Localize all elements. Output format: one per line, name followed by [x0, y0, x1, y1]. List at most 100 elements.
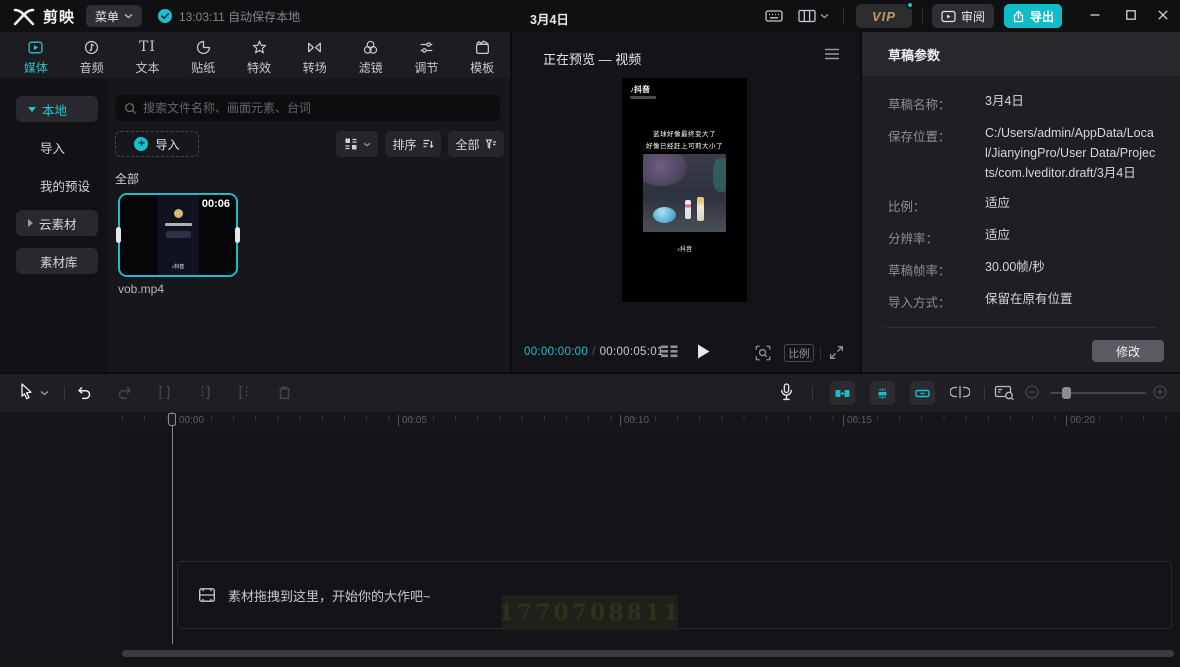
search-input[interactable]	[143, 101, 491, 115]
thumb-douyin-mark: ♪抖音	[120, 263, 236, 270]
split-clip-icon[interactable]	[156, 384, 173, 401]
sidebar-item-presets[interactable]: 我的预设	[16, 172, 98, 198]
vip-label: VIP	[872, 9, 896, 24]
toolbar-divider	[64, 386, 65, 401]
search-bar[interactable]	[115, 95, 500, 121]
ratio-button[interactable]: 比例	[784, 344, 814, 362]
preview-quality-icon[interactable]	[754, 344, 772, 362]
layout-chevron-icon[interactable]	[820, 13, 829, 19]
sidebar-item-local[interactable]: 本地	[16, 96, 98, 122]
playhead-line[interactable]	[172, 412, 173, 644]
track-area[interactable]: 素材拖拽到这里，开始你的大作吧~ 1770708811	[0, 432, 1180, 667]
row-label: 分辨率：	[888, 228, 985, 247]
video-caption-line2: 好像已经赶上可莉大小了	[622, 140, 747, 150]
thumb-text-line	[165, 223, 192, 226]
auto-snap-toggle[interactable]	[830, 381, 855, 405]
view-mode-button[interactable]	[336, 131, 378, 157]
track-header-gutter	[0, 432, 120, 667]
redo-button[interactable]	[116, 384, 133, 401]
draft-panel-header: 草稿参数	[862, 32, 1180, 76]
row-value: 3月4日	[985, 91, 1156, 113]
cursor-chevron-icon[interactable]	[40, 390, 49, 396]
media-panel: 媒体 音频 TI 文本	[0, 32, 510, 372]
character-two	[697, 197, 704, 221]
tab-label: 滤镜	[359, 59, 383, 76]
sort-button[interactable]: 排序	[385, 131, 441, 157]
sidebar-item-cloud[interactable]: 云素材	[16, 210, 98, 236]
sticker-icon	[195, 39, 212, 56]
horizontal-scrollbar[interactable]	[122, 650, 1174, 657]
dropzone-hint: 素材拖拽到这里，开始你的大作吧~	[198, 562, 431, 628]
tab-effects[interactable]: 特效	[231, 32, 287, 78]
fullscreen-icon[interactable]	[828, 344, 845, 361]
shortcut-keyboard-icon[interactable]	[764, 7, 784, 25]
close-button[interactable]	[1156, 8, 1170, 22]
draft-row-import-mode: 导入方式： 保留在原有位置	[888, 292, 1156, 311]
delete-left-icon[interactable]	[196, 384, 213, 401]
clip-right-handle[interactable]	[235, 227, 240, 243]
tab-label: 模板	[470, 59, 494, 76]
tab-label: 特效	[247, 59, 271, 76]
section-label-all: 全部	[115, 170, 500, 187]
export-button[interactable]: 导出	[1004, 4, 1062, 28]
hamburger-menu-icon[interactable]	[824, 48, 840, 60]
minimize-button[interactable]	[1088, 8, 1102, 22]
layout-panels-icon[interactable]	[797, 7, 817, 25]
tab-transition[interactable]: 转场	[287, 32, 343, 78]
tab-text[interactable]: TI 文本	[120, 32, 176, 78]
tab-audio[interactable]: 音频	[64, 32, 120, 78]
frame-compare-icon[interactable]	[660, 344, 679, 359]
preview-title: 正在预览 — 视频	[543, 49, 641, 68]
tab-filter[interactable]: 滤镜	[343, 32, 399, 78]
zoom-to-fit-icon[interactable]	[994, 384, 1015, 401]
draft-rows: 草稿名称： 3月4日 保存位置： C:/Users/admin/AppData/…	[888, 94, 1156, 324]
delete-right-icon[interactable]	[236, 384, 253, 401]
preview-video[interactable]: ♪抖音 蓝球好像最终变大了 好像已经赶上可莉大小了 ♪抖音	[622, 78, 747, 302]
undo-button[interactable]	[76, 384, 93, 401]
media-clip-card[interactable]: ♪抖音 00:06	[118, 193, 238, 277]
maximize-button[interactable]	[1124, 8, 1138, 22]
tab-template[interactable]: 模板	[454, 32, 510, 78]
effects-star-icon	[251, 39, 268, 56]
import-button[interactable]: + 导入	[115, 131, 199, 157]
sidebar-item-library[interactable]: 素材库	[16, 248, 98, 274]
blue-slime	[653, 207, 676, 223]
autosave-text: 13:03:11 自动保存本地	[179, 8, 300, 25]
import-label: 导入	[155, 136, 179, 153]
timeline-zoom-slider-thumb[interactable]	[1062, 387, 1071, 399]
clip-filename: vob.mp4	[118, 282, 500, 296]
delete-clip-icon[interactable]	[276, 384, 293, 401]
sort-label: 排序	[392, 136, 416, 153]
preview-axis-toggle[interactable]	[910, 381, 935, 405]
sidebar-item-label: 导入	[40, 138, 65, 157]
zoom-out-icon[interactable]	[1024, 384, 1040, 400]
draft-row-ratio: 比例： 适应	[888, 196, 1156, 215]
filter-button[interactable]: 全部	[448, 131, 504, 157]
playhead-handle[interactable]	[168, 413, 176, 426]
film-icon	[198, 587, 216, 603]
menu-button[interactable]: 菜单	[86, 5, 142, 27]
chevron-down-icon	[363, 142, 371, 147]
vip-button[interactable]: VIP	[856, 4, 912, 28]
play-button[interactable]	[696, 343, 711, 360]
main-area: 媒体 音频 TI 文本	[0, 32, 1180, 374]
menu-button-label: 菜单	[95, 8, 119, 25]
video-caption-line1: 蓝球好像最终变大了	[622, 128, 747, 138]
sidebar-item-import[interactable]: 导入	[16, 134, 98, 160]
tab-sticker[interactable]: 贴纸	[175, 32, 231, 78]
time-ruler[interactable]: 00:00 00:05 00:10 00:15 00:20	[0, 412, 1180, 432]
select-cursor-icon[interactable]	[18, 382, 35, 401]
tab-adjust[interactable]: 调节	[398, 32, 454, 78]
record-voiceover-icon[interactable]	[778, 382, 795, 402]
main-track-magnet-icon[interactable]	[950, 384, 970, 400]
total-duration: 00:00:05:01	[600, 346, 664, 358]
draft-row-location: 保存位置： C:/Users/admin/AppData/Local/Jiany…	[888, 126, 1156, 183]
linkage-toggle[interactable]	[870, 381, 895, 405]
draft-divider	[886, 327, 1156, 328]
tab-media[interactable]: 媒体	[8, 32, 64, 78]
review-button[interactable]: 审阅	[932, 4, 994, 28]
sort-icon	[422, 138, 434, 150]
modify-button[interactable]: 修改	[1092, 340, 1164, 362]
clip-left-handle[interactable]	[116, 227, 121, 243]
zoom-in-icon[interactable]	[1152, 384, 1168, 400]
